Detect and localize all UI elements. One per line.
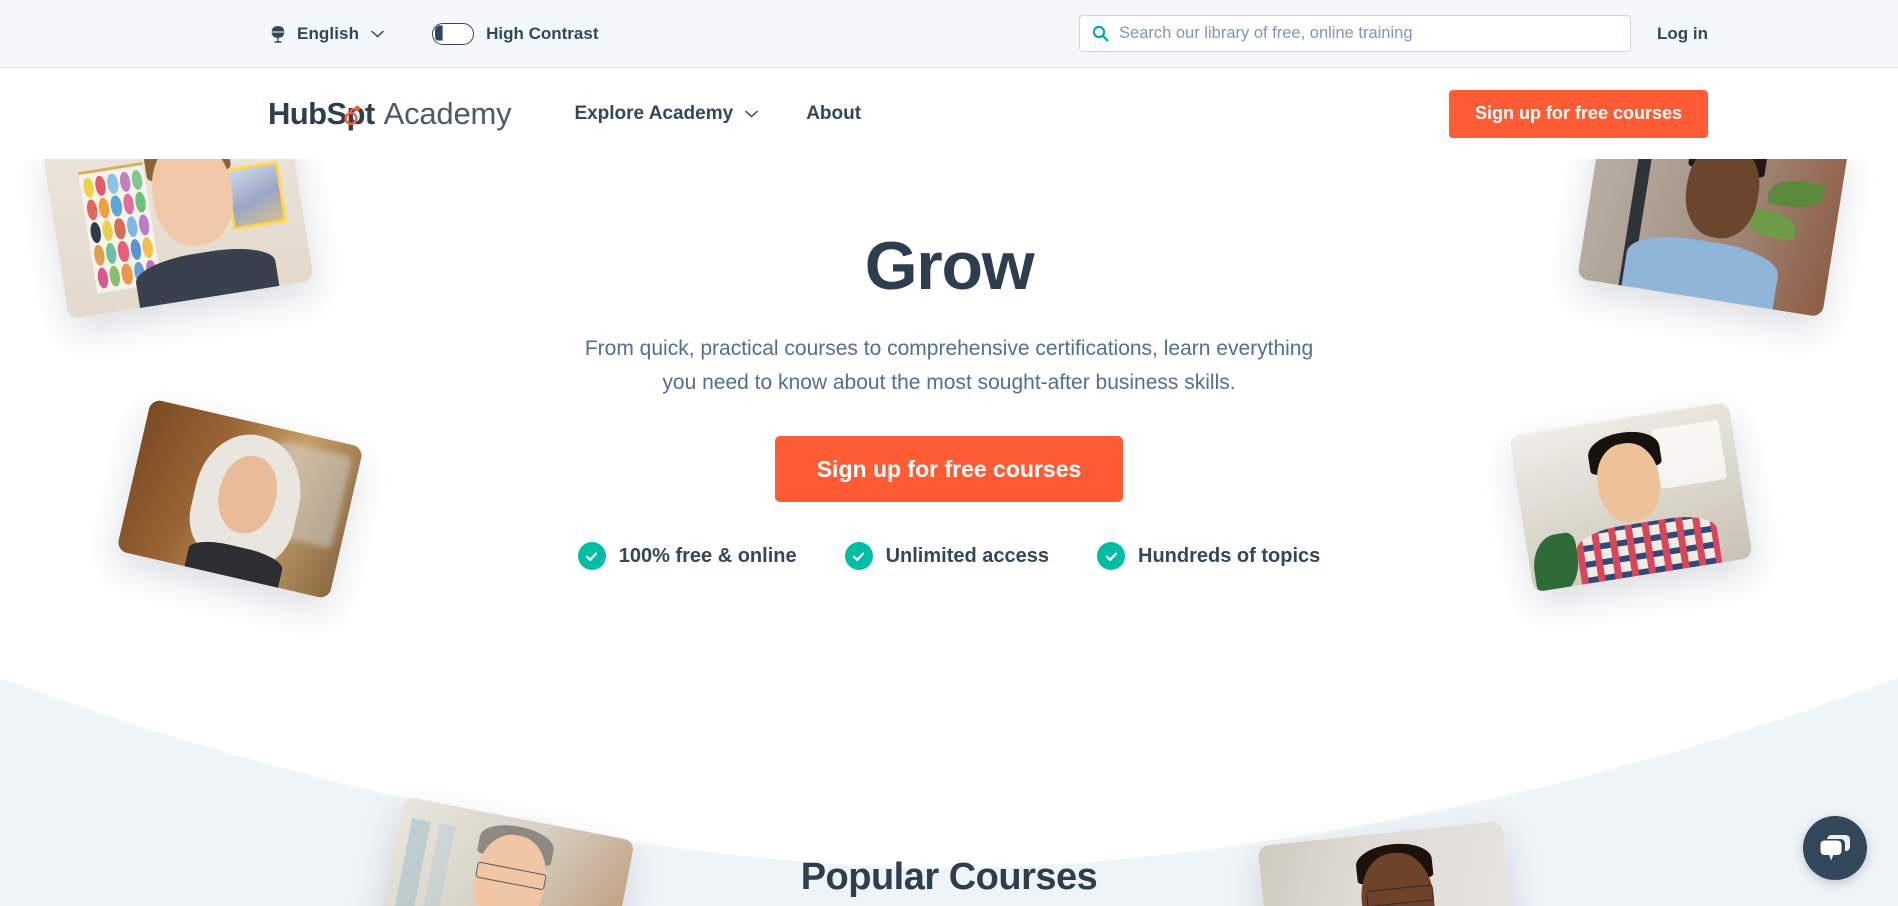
hero-content: Grow From quick, practical courses to co… [539, 228, 1359, 571]
feature-label-hundreds-of-topics: Hundreds of topics [1138, 544, 1321, 567]
language-label: English [297, 23, 360, 43]
utility-bar: English High Contrast Log in [0, 0, 1898, 68]
chevron-down-icon [742, 110, 758, 118]
check-icon [844, 542, 873, 571]
logo-t-text: t [364, 95, 375, 131]
check-icon [1097, 542, 1126, 571]
toggle-switch-icon [432, 22, 475, 45]
feature-label-unlimited-access: Unlimited access [885, 544, 1050, 567]
hubspot-academy-logo[interactable]: HubSp t Academy [268, 95, 512, 132]
utility-bar-left-group: English High Contrast [268, 22, 599, 45]
high-contrast-label: High Contrast [486, 23, 599, 43]
popular-courses-heading: Popular Courses [800, 856, 1098, 898]
hero-subtitle: From quick, practical courses to compreh… [584, 337, 1314, 395]
search-input[interactable] [1119, 24, 1619, 43]
login-link[interactable]: Log in [1657, 24, 1708, 44]
nav-link-explore-academy[interactable]: Explore Academy [574, 103, 758, 125]
feature-item-free-online: 100% free & online [577, 542, 797, 571]
hero-signup-button[interactable]: Sign up for free courses [774, 436, 1124, 503]
page-title: Grow [864, 228, 1035, 304]
chevron-down-icon [368, 30, 384, 38]
feature-item-unlimited-access: Unlimited access [844, 542, 1050, 571]
utility-bar-right-group: Log in [1079, 15, 1708, 52]
high-contrast-toggle[interactable]: High Contrast [432, 22, 599, 45]
search-icon [1092, 25, 1109, 42]
photo-card-mid-left [116, 398, 364, 600]
chat-bubbles-icon [1818, 833, 1852, 864]
nav-link-about[interactable]: About [806, 103, 861, 125]
nav-link-explore-academy-label: Explore Academy [574, 102, 734, 124]
photo-card-top-right [1576, 159, 1850, 318]
chat-widget-button[interactable] [1803, 816, 1867, 880]
main-navigation: HubSp t Academy Explore Academy About Si… [0, 68, 1898, 159]
nav-links: Explore Academy About [574, 103, 861, 125]
feature-label-free-online: 100% free & online [618, 544, 797, 567]
globe-icon [268, 24, 288, 44]
feature-item-hundreds-of-topics: Hundreds of topics [1097, 542, 1321, 571]
nav-signup-button[interactable]: Sign up for free courses [1448, 89, 1708, 138]
photo-card-mid-right [1509, 401, 1753, 593]
hero-section: Grow From quick, practical courses to co… [0, 159, 1898, 906]
logo-academy-text: Academy [383, 95, 512, 131]
language-selector[interactable]: English [268, 24, 384, 44]
photo-card-top-left [42, 159, 314, 320]
nav-link-about-label: About [806, 102, 862, 124]
hero-feature-list: 100% free & online Unlimited access Hund… [539, 542, 1359, 571]
search-box[interactable] [1079, 15, 1632, 52]
check-icon [577, 542, 606, 571]
